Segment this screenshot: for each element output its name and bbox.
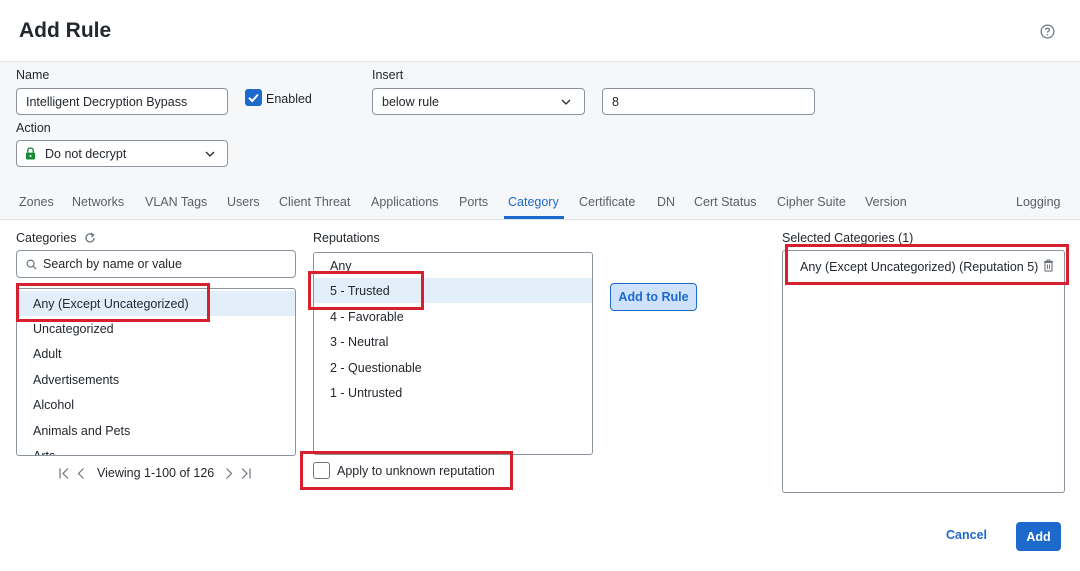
categories-label: Categories	[16, 231, 77, 245]
list-item[interactable]: Arts	[17, 443, 295, 456]
enabled-checkbox[interactable]	[245, 89, 262, 106]
reputations-list[interactable]: Any 5 - Trusted 4 - Favorable 3 - Neutra…	[313, 252, 593, 455]
list-item[interactable]: 2 - Questionable	[314, 355, 592, 380]
selected-categories-list: Any (Except Uncategorized) (Reputation 5…	[782, 250, 1065, 493]
tab-client-threat[interactable]: Client Threat	[279, 195, 350, 209]
unknown-reputation-label: Apply to unknown reputation	[337, 464, 495, 478]
refresh-icon[interactable]	[84, 232, 96, 244]
dialog-title: Add Rule	[19, 19, 112, 42]
lock-icon	[25, 147, 36, 160]
name-input[interactable]: Intelligent Decryption Bypass	[16, 88, 228, 115]
tab-cipher-suite[interactable]: Cipher Suite	[777, 195, 846, 209]
insert-rule-number: 8	[612, 94, 619, 109]
list-item[interactable]: Advertisements	[17, 367, 295, 392]
last-page-icon[interactable]	[239, 467, 252, 480]
search-placeholder: Search by name or value	[43, 257, 182, 271]
unknown-reputation-checkbox[interactable]	[313, 462, 330, 479]
selected-category-label: Any (Except Uncategorized) (Reputation 5…	[800, 259, 1039, 274]
action-label: Action	[16, 121, 51, 135]
tab-applications[interactable]: Applications	[371, 195, 438, 209]
insert-label: Insert	[372, 68, 404, 82]
list-item[interactable]: 1 - Untrusted	[314, 380, 592, 405]
action-select[interactable]: Do not decrypt	[16, 140, 228, 167]
help-icon[interactable]	[1040, 24, 1055, 39]
check-icon	[248, 93, 259, 103]
chevron-down-icon	[205, 151, 215, 157]
cancel-button[interactable]: Cancel	[946, 528, 987, 542]
tab-ports[interactable]: Ports	[459, 195, 488, 209]
add-button[interactable]: Add	[1016, 522, 1061, 551]
name-label: Name	[16, 68, 50, 82]
name-value: Intelligent Decryption Bypass	[26, 94, 188, 109]
selected-categories-label: Selected Categories (1)	[782, 231, 914, 245]
tab-certificate[interactable]: Certificate	[579, 195, 635, 209]
tab-cert-status[interactable]: Cert Status	[694, 195, 757, 209]
pager-text: Viewing 1-100 of 126	[97, 466, 215, 480]
insert-rule-number-input[interactable]: 8	[602, 88, 815, 115]
tab-logging[interactable]: Logging	[1016, 195, 1061, 209]
selected-category-item: Any (Except Uncategorized) (Reputation 5…	[783, 254, 1064, 279]
list-item[interactable]: Uncategorized	[17, 316, 295, 341]
tab-dn[interactable]: DN	[657, 195, 675, 209]
list-item[interactable]: 3 - Neutral	[314, 329, 592, 354]
trash-icon[interactable]	[1043, 259, 1054, 272]
next-page-icon[interactable]	[224, 467, 234, 480]
list-item[interactable]: 5 - Trusted	[314, 278, 592, 303]
tab-vlan-tags[interactable]: VLAN Tags	[145, 195, 207, 209]
prev-page-icon[interactable]	[76, 467, 86, 480]
list-item[interactable]: Any	[314, 253, 592, 278]
list-item[interactable]: Alcohol	[17, 392, 295, 417]
reputations-label: Reputations	[313, 231, 380, 245]
search-icon	[26, 259, 37, 270]
list-item[interactable]: Any (Except Uncategorized)	[17, 291, 295, 316]
enabled-label: Enabled	[266, 92, 312, 106]
dialog-header: Add Rule	[0, 0, 1080, 62]
tab-users[interactable]: Users	[227, 195, 260, 209]
add-to-rule-button[interactable]: Add to Rule	[610, 283, 697, 311]
tab-version[interactable]: Version	[865, 195, 907, 209]
list-item[interactable]: 4 - Favorable	[314, 304, 592, 329]
insert-value: below rule	[382, 94, 439, 109]
category-search-input[interactable]: Search by name or value	[16, 250, 296, 278]
categories-list[interactable]: Any (Except Uncategorized) Uncategorized…	[16, 288, 296, 456]
action-value: Do not decrypt	[45, 146, 127, 161]
list-item[interactable]: Adult	[17, 341, 295, 366]
chevron-down-icon	[561, 99, 571, 105]
active-tab-indicator	[504, 216, 564, 219]
first-page-icon[interactable]	[58, 467, 71, 480]
tab-category[interactable]: Category	[508, 195, 559, 209]
insert-select[interactable]: below rule	[372, 88, 585, 115]
list-item[interactable]: Animals and Pets	[17, 418, 295, 443]
tab-zones[interactable]: Zones	[19, 195, 54, 209]
tab-networks[interactable]: Networks	[72, 195, 124, 209]
